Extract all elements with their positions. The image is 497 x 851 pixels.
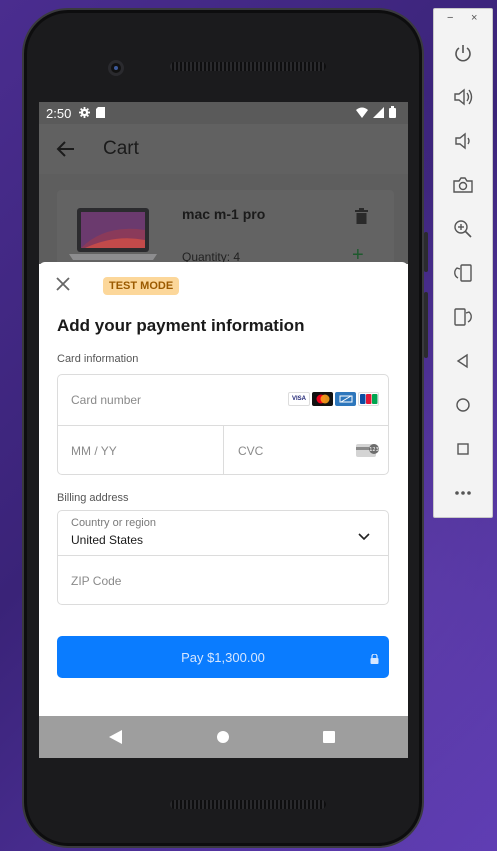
volume-down-icon[interactable] xyxy=(451,129,475,153)
close-button[interactable]: × xyxy=(471,12,477,24)
system-navigation-bar xyxy=(39,716,408,758)
card-information-label: Card information xyxy=(57,353,139,365)
card-information-fields: Card number VISA MM / YY CVC 123 xyxy=(57,374,389,475)
cvc-card-icon: 123 xyxy=(356,442,380,463)
side-button xyxy=(424,232,428,272)
power-icon[interactable] xyxy=(451,41,475,65)
nav-home-icon[interactable] xyxy=(217,731,229,743)
side-button xyxy=(424,292,428,358)
amex-icon xyxy=(335,392,356,406)
pay-button-label: Pay $1,300.00 xyxy=(181,649,265,665)
close-icon[interactable] xyxy=(56,277,70,291)
rotate-right-icon[interactable] xyxy=(451,305,475,329)
cart-list: mac m-1 pro Quantity: 4 + xyxy=(39,174,408,290)
product-name: mac m-1 pro xyxy=(182,206,266,222)
camera-icon[interactable] xyxy=(451,173,475,197)
more-icon[interactable] xyxy=(451,481,475,505)
minimize-button[interactable]: − xyxy=(447,12,453,24)
chevron-down-icon xyxy=(358,528,370,541)
field-divider xyxy=(223,425,224,475)
test-mode-badge: TEST MODE xyxy=(103,277,180,295)
sd-card-icon xyxy=(96,106,106,121)
billing-address-fields: Country or region United States ZIP Code xyxy=(57,510,389,605)
payment-sheet: TEST MODE Add your payment information C… xyxy=(39,262,408,716)
volume-up-icon[interactable] xyxy=(451,85,475,109)
emulator-toolbar: − × xyxy=(433,8,493,518)
expiry-date-field[interactable]: MM / YY xyxy=(71,444,117,458)
signal-icon xyxy=(373,106,384,121)
overview-icon[interactable] xyxy=(451,437,475,461)
country-region-value: United States xyxy=(71,533,144,547)
card-number-field[interactable]: Card number xyxy=(71,393,141,407)
back-icon[interactable] xyxy=(451,349,475,373)
billing-address-label: Billing address xyxy=(57,492,129,504)
country-region-select[interactable]: Country or region United States xyxy=(58,511,388,555)
settings-gear-icon xyxy=(79,106,91,121)
product-image xyxy=(65,204,161,266)
mastercard-icon xyxy=(312,392,333,406)
nav-overview-icon[interactable] xyxy=(323,731,335,743)
wifi-icon xyxy=(356,106,368,121)
app-bar: Cart xyxy=(39,124,408,174)
pay-button[interactable]: Pay $1,300.00 xyxy=(57,636,389,678)
svg-text:123: 123 xyxy=(369,447,379,453)
rotate-left-icon[interactable] xyxy=(451,261,475,285)
device-screen: 2:50 Cart mac m-1 pro Quantity: 4 + TEST… xyxy=(39,102,408,758)
battery-icon xyxy=(389,106,396,121)
lock-icon xyxy=(370,652,379,664)
visa-icon: VISA xyxy=(288,392,310,406)
cvc-field[interactable]: CVC xyxy=(238,444,263,458)
status-time: 2:50 xyxy=(46,105,72,121)
jcb-icon xyxy=(358,392,379,406)
front-camera xyxy=(108,60,124,76)
home-icon[interactable] xyxy=(451,393,475,417)
country-region-label: Country or region xyxy=(71,517,156,529)
page-title: Cart xyxy=(103,138,139,159)
emulator-title-bar: − × xyxy=(434,9,494,31)
nav-back-icon[interactable] xyxy=(109,730,123,749)
field-divider xyxy=(58,555,388,556)
status-bar: 2:50 xyxy=(39,102,408,124)
earpiece-speaker xyxy=(170,62,326,71)
sheet-title: Add your payment information xyxy=(57,316,305,335)
back-arrow-icon[interactable] xyxy=(56,140,76,158)
status-indicators xyxy=(356,106,396,121)
zoom-icon[interactable] xyxy=(451,217,475,241)
trash-icon[interactable] xyxy=(355,208,368,224)
bottom-speaker xyxy=(170,800,326,809)
zip-code-field[interactable]: ZIP Code xyxy=(71,574,121,588)
